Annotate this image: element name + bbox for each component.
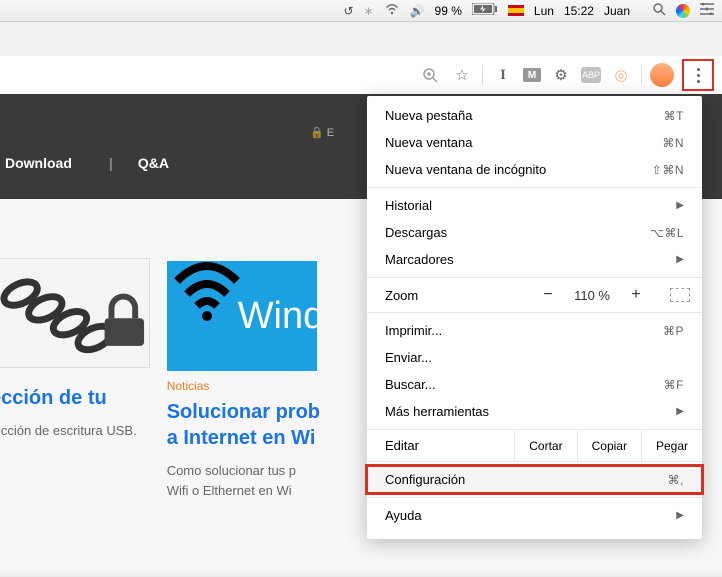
chevron-right-icon: ▶ [676, 254, 684, 265]
lock-icon: 🔒 E [310, 126, 334, 139]
volume-icon[interactable]: 🔊 [410, 4, 425, 18]
article-card-2[interactable]: Wind Noticias Solucionar proba Internet … [167, 261, 320, 557]
battery-percent: 99 % [435, 4, 462, 18]
toolbar-separator [641, 65, 642, 85]
card-body: Como solucionar tus pWifi o Elthernet en… [167, 461, 320, 500]
time-machine-icon[interactable]: ↺ [343, 4, 353, 18]
nav-download[interactable]: Download [5, 155, 72, 171]
page-nav: Download|Q&A [5, 155, 194, 171]
zoom-out-button[interactable]: − [538, 286, 558, 304]
time: 15:22 [564, 4, 594, 18]
date-day: Lun [534, 4, 554, 18]
menu-send[interactable]: Enviar... [367, 344, 702, 371]
card-title: ección de tu [0, 385, 137, 411]
chevron-right-icon: ▶ [676, 510, 684, 521]
card-image [0, 258, 150, 368]
notification-center-icon[interactable] [700, 3, 714, 18]
extension-abp-icon[interactable]: ABP [581, 67, 601, 83]
wifi-icon[interactable] [384, 3, 400, 18]
card-category[interactable]: Noticias [167, 379, 320, 393]
nav-qa[interactable]: Q&A [138, 155, 169, 171]
profile-avatar[interactable] [650, 63, 674, 87]
browser-toolbar: ☆ I M ⚙ ABP ◎ [0, 56, 722, 94]
edit-copy-button[interactable]: Copiar [577, 431, 641, 461]
menu-zoom-row: Zoom − 110 % + [367, 282, 702, 308]
menu-edit-row: Editar Cortar Copiar Pegar [367, 430, 702, 461]
toolbar-separator [482, 65, 483, 85]
menu-downloads[interactable]: Descargas⌥⌘L [367, 219, 702, 246]
menu-new-tab[interactable]: Nueva pestaña⌘T [367, 102, 702, 129]
chrome-menu-button[interactable] [686, 63, 710, 87]
card-title: Solucionar proba Internet en Wi [167, 399, 320, 451]
edit-paste-button[interactable]: Pegar [641, 431, 702, 461]
bluetooth-icon[interactable]: ∗ [364, 4, 374, 18]
chevron-right-icon: ▶ [676, 406, 684, 417]
user-name[interactable]: Juan [604, 4, 630, 18]
menu-help[interactable]: Ayuda▶ [367, 502, 702, 529]
menu-more-tools[interactable]: Más herramientas▶ [367, 398, 702, 425]
menu-bookmarks[interactable]: Marcadores▶ [367, 246, 702, 273]
menu-find[interactable]: Buscar...⌘F [367, 371, 702, 398]
wifi-graphic-icon [172, 261, 242, 350]
extension-gear-icon[interactable]: ⚙ [549, 63, 573, 87]
siri-icon[interactable] [676, 4, 690, 18]
extension-target-icon[interactable]: ◎ [609, 63, 633, 87]
battery-icon[interactable] [472, 3, 498, 18]
macos-menubar: ↺ ∗ 🔊 99 % Lun 15:22 Juan [0, 0, 722, 22]
menu-history[interactable]: Historial▶ [367, 192, 702, 219]
tab-strip-area [0, 22, 722, 56]
card-image-text: Wind [238, 295, 317, 338]
menu-new-window[interactable]: Nueva ventana⌘N [367, 129, 702, 156]
card-body: tección de escritura USB. [0, 421, 137, 441]
chrome-context-menu: Nueva pestaña⌘T Nueva ventana⌘N Nueva ve… [367, 96, 702, 539]
fullscreen-button[interactable] [670, 288, 690, 302]
chevron-right-icon: ▶ [676, 200, 684, 211]
edit-cut-button[interactable]: Cortar [514, 431, 576, 461]
menu-settings[interactable]: Configuración⌘, [367, 466, 702, 493]
article-card-1[interactable]: ección de tu tección de escritura USB. [0, 261, 137, 557]
extension-instapaper-icon[interactable]: I [491, 63, 515, 87]
menu-print[interactable]: Imprimir...⌘P [367, 317, 702, 344]
menu-button-highlight [682, 59, 714, 91]
spotlight-icon[interactable] [652, 2, 666, 19]
zoom-indicator-icon[interactable] [418, 63, 442, 87]
zoom-value: 110 % [574, 288, 610, 303]
bookmark-star-icon[interactable]: ☆ [450, 63, 474, 87]
card-image: Wind [167, 261, 317, 371]
extension-gmail-icon[interactable]: M [523, 68, 541, 82]
zoom-in-button[interactable]: + [626, 286, 646, 304]
menu-incognito[interactable]: Nueva ventana de incógnito⇧⌘N [367, 156, 702, 183]
input-source-flag[interactable] [508, 5, 524, 16]
